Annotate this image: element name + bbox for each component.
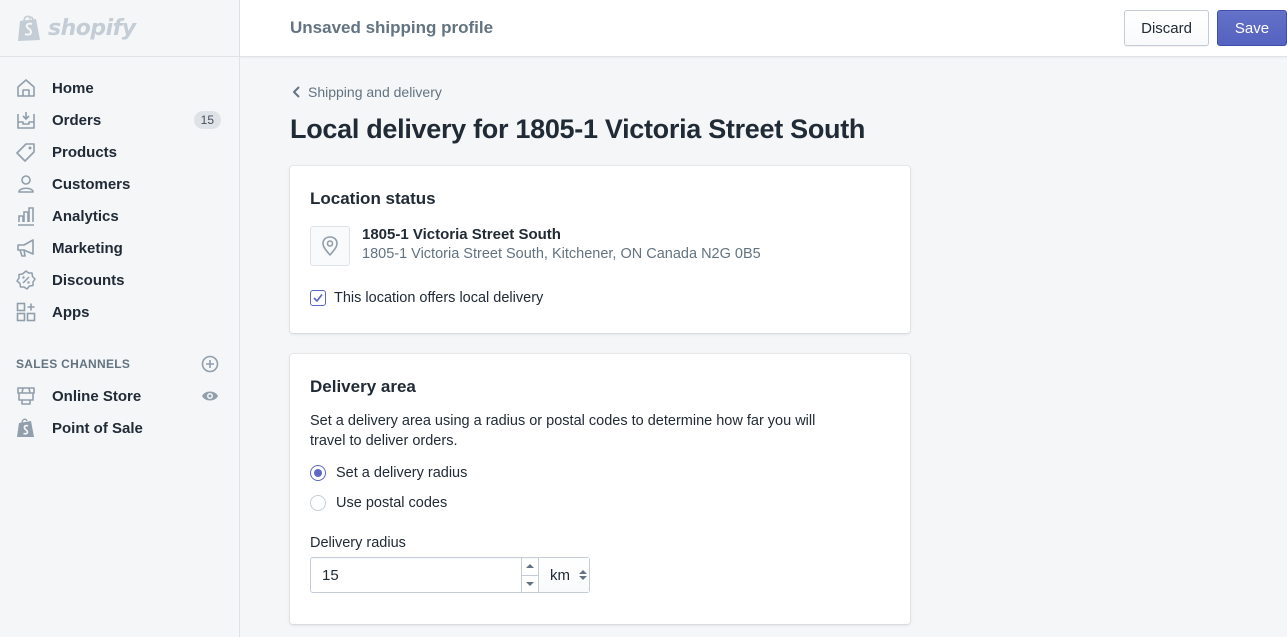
save-button[interactable]: Save	[1217, 10, 1287, 46]
delivery-radius-field: km	[310, 557, 590, 593]
location-details: 1805-1 Victoria Street South 1805-1 Vict…	[362, 226, 761, 266]
checkmark-icon	[313, 293, 323, 302]
chevron-left-icon	[293, 86, 300, 98]
sidebar-item-label: Customers	[52, 175, 131, 193]
local-delivery-label: This location offers local delivery	[334, 290, 544, 306]
main-content: Shipping and delivery Local delivery for…	[240, 57, 1287, 637]
sidebar-item-label: Marketing	[52, 239, 123, 257]
brand-name: shopify	[48, 15, 136, 41]
caret-down-icon	[526, 581, 535, 586]
apps-icon	[16, 302, 36, 322]
sidebar-item-online-store[interactable]: Online Store	[0, 380, 239, 412]
location-row: 1805-1 Victoria Street South 1805-1 Vict…	[310, 226, 890, 266]
sidebar-item-home[interactable]: Home	[0, 72, 239, 104]
sidebar-item-label: Discounts	[52, 271, 125, 289]
postal-codes-radio[interactable]	[310, 495, 326, 511]
sidebar-item-label: Orders	[52, 111, 102, 129]
home-icon	[16, 78, 36, 98]
sidebar-item-orders[interactable]: Orders 15	[0, 104, 239, 136]
page-title: Local delivery for 1805-1 Victoria Stree…	[290, 114, 866, 144]
sidebar: Home Orders 15 Products Customers Analyt…	[0, 57, 240, 637]
local-delivery-checkbox-row[interactable]: This location offers local delivery	[310, 290, 890, 306]
shopify-logo[interactable]: shopify	[0, 0, 240, 57]
delivery-radius-radio[interactable]	[310, 465, 326, 481]
context-bar-actions: Discard Save	[1124, 10, 1287, 46]
shopify-bag-icon	[16, 418, 36, 438]
unit-selected-value: km	[550, 566, 571, 584]
select-arrows-icon	[579, 570, 588, 580]
decrement-button[interactable]	[522, 574, 539, 593]
sidebar-item-point-of-sale[interactable]: Point of Sale	[0, 412, 239, 444]
radio-label: Set a delivery radius	[336, 465, 468, 481]
radio-label: Use postal codes	[336, 495, 448, 511]
radio-selected-dot	[314, 469, 322, 477]
location-status-card: Location status 1805-1 Victoria Street S…	[290, 166, 910, 333]
delivery-radius-label: Delivery radius	[310, 535, 406, 551]
delivery-area-card: Delivery area Set a delivery area using …	[290, 354, 910, 624]
store-icon	[16, 386, 36, 406]
shopify-bag-icon	[18, 15, 40, 41]
delivery-area-description: Set a delivery area using a radius or po…	[310, 413, 816, 449]
orders-count-badge: 15	[193, 111, 221, 129]
card-title: Location status	[310, 189, 436, 208]
sidebar-item-discounts[interactable]: Discounts	[0, 264, 239, 296]
discount-icon	[16, 270, 36, 290]
context-bar-title: Unsaved shipping profile	[290, 18, 494, 37]
radio-option-postal-codes[interactable]: Use postal codes	[310, 495, 890, 511]
top-bar: shopify Unsaved shipping profile Discard…	[0, 0, 1287, 57]
sales-channels-header: SALES CHANNELS	[0, 348, 239, 380]
sidebar-item-products[interactable]: Products	[0, 136, 239, 168]
unit-select[interactable]: km	[538, 558, 589, 592]
sidebar-item-label: Online Store	[52, 387, 142, 405]
location-pin-icon	[322, 236, 338, 256]
radio-option-delivery-radius[interactable]: Set a delivery radius	[310, 465, 890, 481]
sidebar-item-label: Apps	[52, 303, 90, 321]
delivery-radius-input[interactable]	[311, 558, 521, 592]
person-icon	[16, 174, 36, 194]
orders-icon	[16, 110, 36, 130]
context-bar: Unsaved shipping profile Discard Save	[240, 0, 1287, 57]
location-name: 1805-1 Victoria Street South	[362, 226, 561, 243]
sidebar-item-label: Products	[52, 143, 118, 161]
sales-channels-title: SALES CHANNELS	[16, 357, 131, 371]
increment-button[interactable]	[522, 558, 538, 575]
megaphone-icon	[16, 238, 36, 258]
plus-circle-icon[interactable]	[201, 355, 219, 373]
sidebar-item-apps[interactable]: Apps	[0, 296, 239, 328]
sidebar-item-marketing[interactable]: Marketing	[0, 232, 239, 264]
card-title: Delivery area	[310, 377, 416, 396]
radius-stepper	[521, 558, 539, 593]
sidebar-item-label: Analytics	[52, 207, 119, 225]
location-thumbnail	[310, 226, 350, 266]
sidebar-item-analytics[interactable]: Analytics	[0, 200, 239, 232]
caret-up-icon	[526, 564, 535, 569]
eye-icon[interactable]	[201, 387, 219, 405]
sidebar-item-label: Home	[52, 79, 94, 97]
discard-button[interactable]: Discard	[1124, 10, 1209, 46]
breadcrumb-back-link[interactable]: Shipping and delivery	[290, 84, 442, 100]
breadcrumb-label: Shipping and delivery	[308, 84, 442, 100]
bar-chart-icon	[16, 206, 36, 226]
sidebar-item-label: Point of Sale	[52, 419, 143, 437]
local-delivery-checkbox[interactable]	[310, 290, 326, 306]
sidebar-item-customers[interactable]: Customers	[0, 168, 239, 200]
location-address: 1805-1 Victoria Street South, Kitchener,…	[362, 246, 761, 262]
tag-icon	[16, 142, 36, 162]
